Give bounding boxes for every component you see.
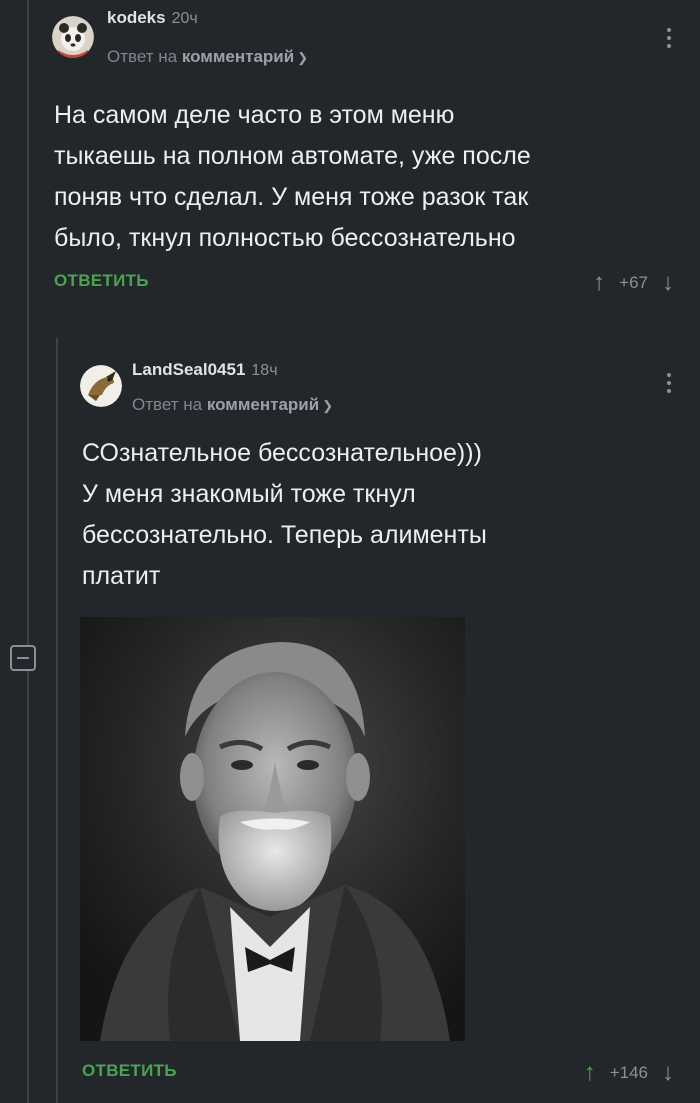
chevron-down-icon[interactable]: ❯	[297, 50, 308, 65]
attached-photo[interactable]	[80, 617, 465, 1041]
reply-prefix: Ответ на	[132, 395, 203, 414]
reply-target[interactable]: комментарий	[182, 47, 294, 66]
reply-prefix: Ответ на	[107, 47, 178, 66]
comment-header: LandSeal0451 18ч Ответ на комментарий ❯	[80, 345, 692, 425]
reply-to-link[interactable]: Ответ на комментарий ❯	[107, 47, 308, 67]
arrow-down-icon[interactable]: ↓	[662, 1061, 674, 1085]
avatar[interactable]	[80, 365, 122, 407]
rating-value: +67	[619, 273, 648, 292]
avatar[interactable]	[52, 16, 94, 58]
timestamp: 18ч	[251, 362, 278, 379]
reply-to-link[interactable]: Ответ на комментарий ❯	[132, 395, 333, 415]
arrow-up-icon[interactable]: ↑	[593, 271, 605, 295]
thread-line	[27, 0, 29, 1103]
username-text[interactable]: kodeks	[107, 8, 166, 27]
comment-header: kodeks 20ч Ответ на комментарий ❯	[52, 0, 692, 80]
reply-button[interactable]: ОТВЕТИТЬ	[54, 271, 149, 291]
rating: ↑ +146 ↓	[584, 1061, 674, 1085]
username-text[interactable]: LandSeal0451	[132, 360, 245, 379]
timestamp: 20ч	[171, 10, 198, 27]
comment-kodeks: kodeks 20ч Ответ на комментарий ❯ На самом…	[52, 0, 692, 311]
username[interactable]: kodeks 20ч	[107, 8, 198, 28]
reply-button[interactable]: ОТВЕТИТЬ	[82, 1061, 177, 1081]
comment-actions: ОТВЕТИТЬ ↑ +67 ↓	[52, 271, 692, 311]
rating-value: +146	[609, 1063, 648, 1082]
rating: ↑ +67 ↓	[593, 271, 674, 295]
nested-thread-line	[56, 338, 58, 1103]
comment-landseal0451: LandSeal0451 18ч Ответ на комментарий ❯ СО…	[80, 345, 692, 1101]
comment-text: СОзнательное бессознательное))) У меня з…	[82, 439, 487, 590]
comment-actions: ОТВЕТИТЬ ↑ +146 ↓	[80, 1061, 692, 1101]
minus-icon	[17, 657, 29, 659]
arrow-up-icon[interactable]: ↑	[584, 1061, 596, 1085]
more-vertical-icon[interactable]	[666, 373, 672, 393]
arrow-down-icon[interactable]: ↓	[662, 271, 674, 295]
chevron-down-icon[interactable]: ❯	[322, 398, 333, 413]
comment-text: На самом деле часто в этом меню тыкаешь …	[54, 101, 531, 252]
username[interactable]: LandSeal0451 18ч	[132, 360, 278, 380]
reply-target[interactable]: комментарий	[207, 395, 319, 414]
collapse-thread-button[interactable]	[10, 645, 36, 671]
more-vertical-icon[interactable]	[666, 28, 672, 48]
